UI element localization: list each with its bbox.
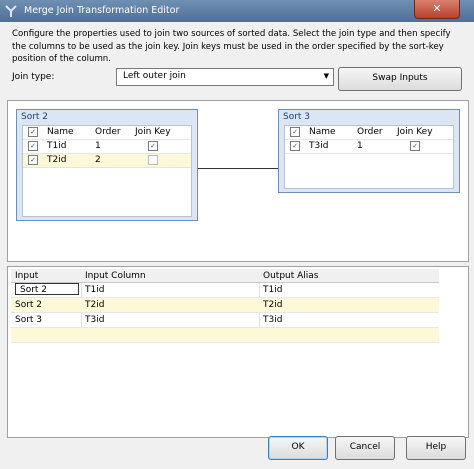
grid-header: ✓ Name Order Join Key: [285, 126, 453, 140]
column-header-join-key: Join Key: [135, 127, 171, 137]
cell-output-alias[interactable]: T1id: [263, 285, 282, 295]
column-row[interactable]: ✓ T2id 2: [23, 154, 191, 168]
column-order: 2: [95, 155, 101, 165]
input-box-left[interactable]: Sort 2 ✓ Name Order Join Key ✓ T1id 1 ✓ …: [16, 109, 198, 221]
join-connector-line: [198, 168, 286, 169]
output-columns-table: Input Input Column Output Alias Sort 2 T…: [11, 269, 439, 343]
cell-output-alias[interactable]: T2id: [263, 300, 282, 310]
column-header-name: Name: [309, 127, 336, 137]
column-row[interactable]: ✓ T3id 1 ✓: [285, 140, 453, 154]
window-title: Merge Join Transformation Editor: [24, 5, 180, 16]
chevron-down-icon: ▼: [323, 72, 329, 80]
column-order: 1: [357, 141, 363, 151]
input-title: Sort 3: [283, 112, 311, 122]
column-header-order: Order: [357, 127, 383, 137]
input-columns-grid: ✓ Name Order Join Key ✓ T1id 1 ✓ ✓ T2id …: [22, 125, 192, 217]
column-row[interactable]: ✓ T1id 1 ✓: [23, 140, 191, 154]
column-name: T1id: [47, 141, 67, 151]
column-select-checkbox[interactable]: ✓: [28, 141, 38, 151]
cell-input[interactable]: Sort 3: [15, 315, 42, 325]
column-name: T3id: [309, 141, 329, 151]
column-header-join-key: Join Key: [397, 127, 433, 137]
header-output-alias: Output Alias: [263, 271, 319, 281]
join-type-label: Join type:: [12, 72, 55, 82]
swap-inputs-button[interactable]: Swap Inputs: [338, 67, 462, 91]
input-box-right[interactable]: Sort 3 ✓ Name Order Join Key ✓ T3id 1 ✓: [278, 109, 460, 193]
close-button[interactable]: ✕: [414, 0, 460, 19]
column-select-checkbox[interactable]: ✓: [28, 155, 38, 165]
input-title: Sort 2: [21, 112, 49, 122]
column-header-order: Order: [95, 127, 121, 137]
header-input: Input: [15, 271, 39, 281]
table-row[interactable]: Sort 2 T2id T2id: [11, 298, 439, 313]
table-row-empty[interactable]: [11, 328, 439, 343]
close-icon: ✕: [432, 2, 442, 15]
column-header-name: Name: [47, 127, 74, 137]
cell-input[interactable]: Sort 2: [15, 300, 42, 310]
cell-input-column[interactable]: T2id: [85, 300, 104, 310]
input-columns-grid: ✓ Name Order Join Key ✓ T3id 1 ✓: [284, 125, 454, 189]
cell-input-column[interactable]: T3id: [85, 315, 104, 325]
join-designer-canvas: Sort 2 ✓ Name Order Join Key ✓ T1id 1 ✓ …: [7, 100, 469, 262]
join-key-checkbox[interactable]: ✓: [148, 141, 158, 151]
grid-header: ✓ Name Order Join Key: [23, 126, 191, 140]
join-type-value: Left outer join: [123, 71, 186, 81]
cancel-button[interactable]: Cancel: [335, 436, 395, 460]
ok-button[interactable]: OK: [268, 436, 328, 460]
table-header: Input Input Column Output Alias: [11, 269, 439, 283]
column-select-checkbox[interactable]: ✓: [290, 141, 300, 151]
join-key-checkbox[interactable]: [148, 155, 158, 165]
cell-input[interactable]: Sort 2: [15, 283, 79, 295]
title-bar: Merge Join Transformation Editor ✕: [0, 0, 474, 22]
table-row[interactable]: Sort 2 T1id T1id: [11, 283, 439, 298]
output-columns-panel: Input Input Column Output Alias Sort 2 T…: [7, 266, 469, 438]
header-input-column: Input Column: [85, 271, 146, 281]
description-text: Configure the properties used to join tw…: [12, 29, 451, 64]
cell-output-alias[interactable]: T3id: [263, 315, 282, 325]
column-name: T2id: [47, 155, 67, 165]
column-order: 1: [95, 141, 101, 151]
table-row[interactable]: Sort 3 T3id T3id: [11, 313, 439, 328]
select-all-checkbox[interactable]: ✓: [290, 127, 300, 137]
dialog-body: Configure the properties used to join tw…: [0, 22, 474, 469]
join-key-checkbox[interactable]: ✓: [410, 141, 420, 151]
merge-join-icon: [5, 5, 17, 17]
cell-input-column[interactable]: T1id: [85, 285, 104, 295]
select-all-checkbox[interactable]: ✓: [28, 127, 38, 137]
join-type-dropdown[interactable]: Left outer join ▼: [116, 68, 334, 86]
help-button[interactable]: Help: [406, 436, 466, 460]
